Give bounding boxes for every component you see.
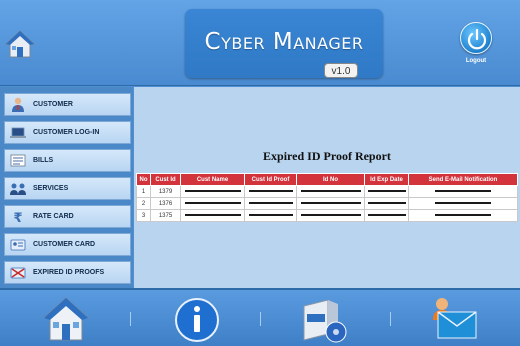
rupee-icon: ₹	[9, 209, 27, 226]
row-cust-name	[180, 209, 245, 222]
row-cust-id: 1376	[150, 197, 181, 210]
redacted-text	[435, 201, 491, 204]
row-cust-name	[180, 197, 245, 210]
software-box-icon[interactable]	[298, 294, 350, 344]
row-id-proof	[244, 209, 297, 222]
row-send-email[interactable]	[408, 185, 518, 198]
redacted-text	[184, 213, 241, 216]
table-header-row: No Cust Id Cust Name Cust Id Proof Id No…	[136, 173, 518, 186]
row-send-email[interactable]	[408, 209, 518, 222]
row-exp-date	[364, 209, 409, 222]
logout-button[interactable]: Logout	[459, 22, 493, 72]
redacted-text	[367, 189, 406, 192]
redacted-text	[248, 201, 293, 204]
column-header: No	[136, 173, 151, 186]
footer-divider	[130, 312, 131, 326]
footer-bar	[0, 288, 520, 346]
bills-icon	[9, 153, 27, 168]
footer-divider	[390, 312, 391, 326]
app-title-box: Cyber Manager v1.0	[185, 9, 383, 78]
row-send-email[interactable]	[408, 197, 518, 210]
home-icon[interactable]	[4, 28, 36, 60]
svg-text:₹: ₹	[13, 211, 22, 224]
expired-id-table: No Cust Id Cust Name Cust Id Proof Id No…	[136, 173, 518, 222]
version-badge: v1.0	[324, 63, 358, 78]
row-number: 3	[136, 209, 151, 222]
column-header: Send E-Mail Notification	[408, 173, 518, 186]
sidebar-item-label: CUSTOMER LOG-IN	[33, 129, 100, 136]
redacted-text	[300, 201, 361, 204]
table-row[interactable]: 3 1375	[136, 209, 518, 222]
sidebar: CUSTOMER CUSTOMER LOG-IN BILLS SERVICES …	[0, 87, 133, 288]
table-row[interactable]: 2 1376	[136, 197, 518, 210]
column-header: Cust Name	[180, 173, 245, 186]
sidebar-item-label: CUSTOMER CARD	[33, 241, 96, 248]
info-icon[interactable]	[171, 294, 223, 344]
row-cust-name	[180, 185, 245, 198]
expired-id-icon	[9, 265, 27, 280]
redacted-text	[184, 201, 241, 204]
redacted-text	[248, 213, 293, 216]
app-title: Cyber Manager	[204, 29, 364, 55]
sidebar-item-customer-login[interactable]: CUSTOMER LOG-IN	[4, 121, 131, 144]
header-bar: Cyber Manager v1.0 Logout	[0, 0, 520, 86]
redacted-text	[435, 189, 491, 192]
row-exp-date	[364, 197, 409, 210]
column-header: Id Exp Date	[364, 173, 409, 186]
sidebar-item-bills[interactable]: BILLS	[4, 149, 131, 172]
row-number: 2	[136, 197, 151, 210]
report-title: Expired ID Proof Report	[263, 149, 391, 163]
sidebar-item-label: BILLS	[33, 157, 54, 164]
redacted-text	[248, 189, 293, 192]
row-id-no	[296, 185, 365, 198]
redacted-text	[184, 189, 241, 192]
customer-icon	[9, 97, 27, 112]
redacted-text	[300, 189, 361, 192]
column-header: Id No	[296, 173, 365, 186]
sidebar-item-label: CUSTOMER	[33, 101, 73, 108]
sidebar-item-label: EXPIRED ID PROOFS	[33, 269, 105, 276]
sidebar-item-services[interactable]: SERVICES	[4, 177, 131, 200]
row-id-proof	[244, 185, 297, 198]
row-id-no	[296, 209, 365, 222]
sidebar-item-rate-card[interactable]: ₹ RATE CARD	[4, 205, 131, 228]
row-number: 1	[136, 185, 151, 198]
redacted-text	[367, 213, 406, 216]
laptop-icon	[9, 125, 27, 140]
row-cust-id: 1375	[150, 209, 181, 222]
footer-divider	[260, 312, 261, 326]
sidebar-item-expired-id-proofs[interactable]: EXPIRED ID PROOFS	[4, 261, 131, 284]
sidebar-item-label: RATE CARD	[33, 213, 74, 220]
sidebar-item-label: SERVICES	[33, 185, 69, 192]
services-icon	[9, 181, 27, 196]
email-icon[interactable]	[428, 294, 480, 344]
sidebar-item-customer-card[interactable]: CUSTOMER CARD	[4, 233, 131, 256]
redacted-text	[300, 213, 361, 216]
table-row[interactable]: 1 1379	[136, 185, 518, 198]
logout-label: Logout	[465, 58, 487, 64]
column-header: Cust Id Proof	[244, 173, 297, 186]
column-header: Cust Id	[150, 173, 181, 186]
redacted-text	[367, 201, 406, 204]
row-exp-date	[364, 185, 409, 198]
sidebar-item-customer[interactable]: CUSTOMER	[4, 93, 131, 116]
row-cust-id: 1379	[150, 185, 181, 198]
home-icon[interactable]	[40, 294, 92, 344]
id-card-icon	[9, 237, 27, 252]
redacted-text	[435, 213, 491, 216]
row-id-proof	[244, 197, 297, 210]
report-panel: Expired ID Proof Report No Cust Id Cust …	[134, 87, 520, 288]
power-icon	[460, 22, 492, 54]
row-id-no	[296, 197, 365, 210]
